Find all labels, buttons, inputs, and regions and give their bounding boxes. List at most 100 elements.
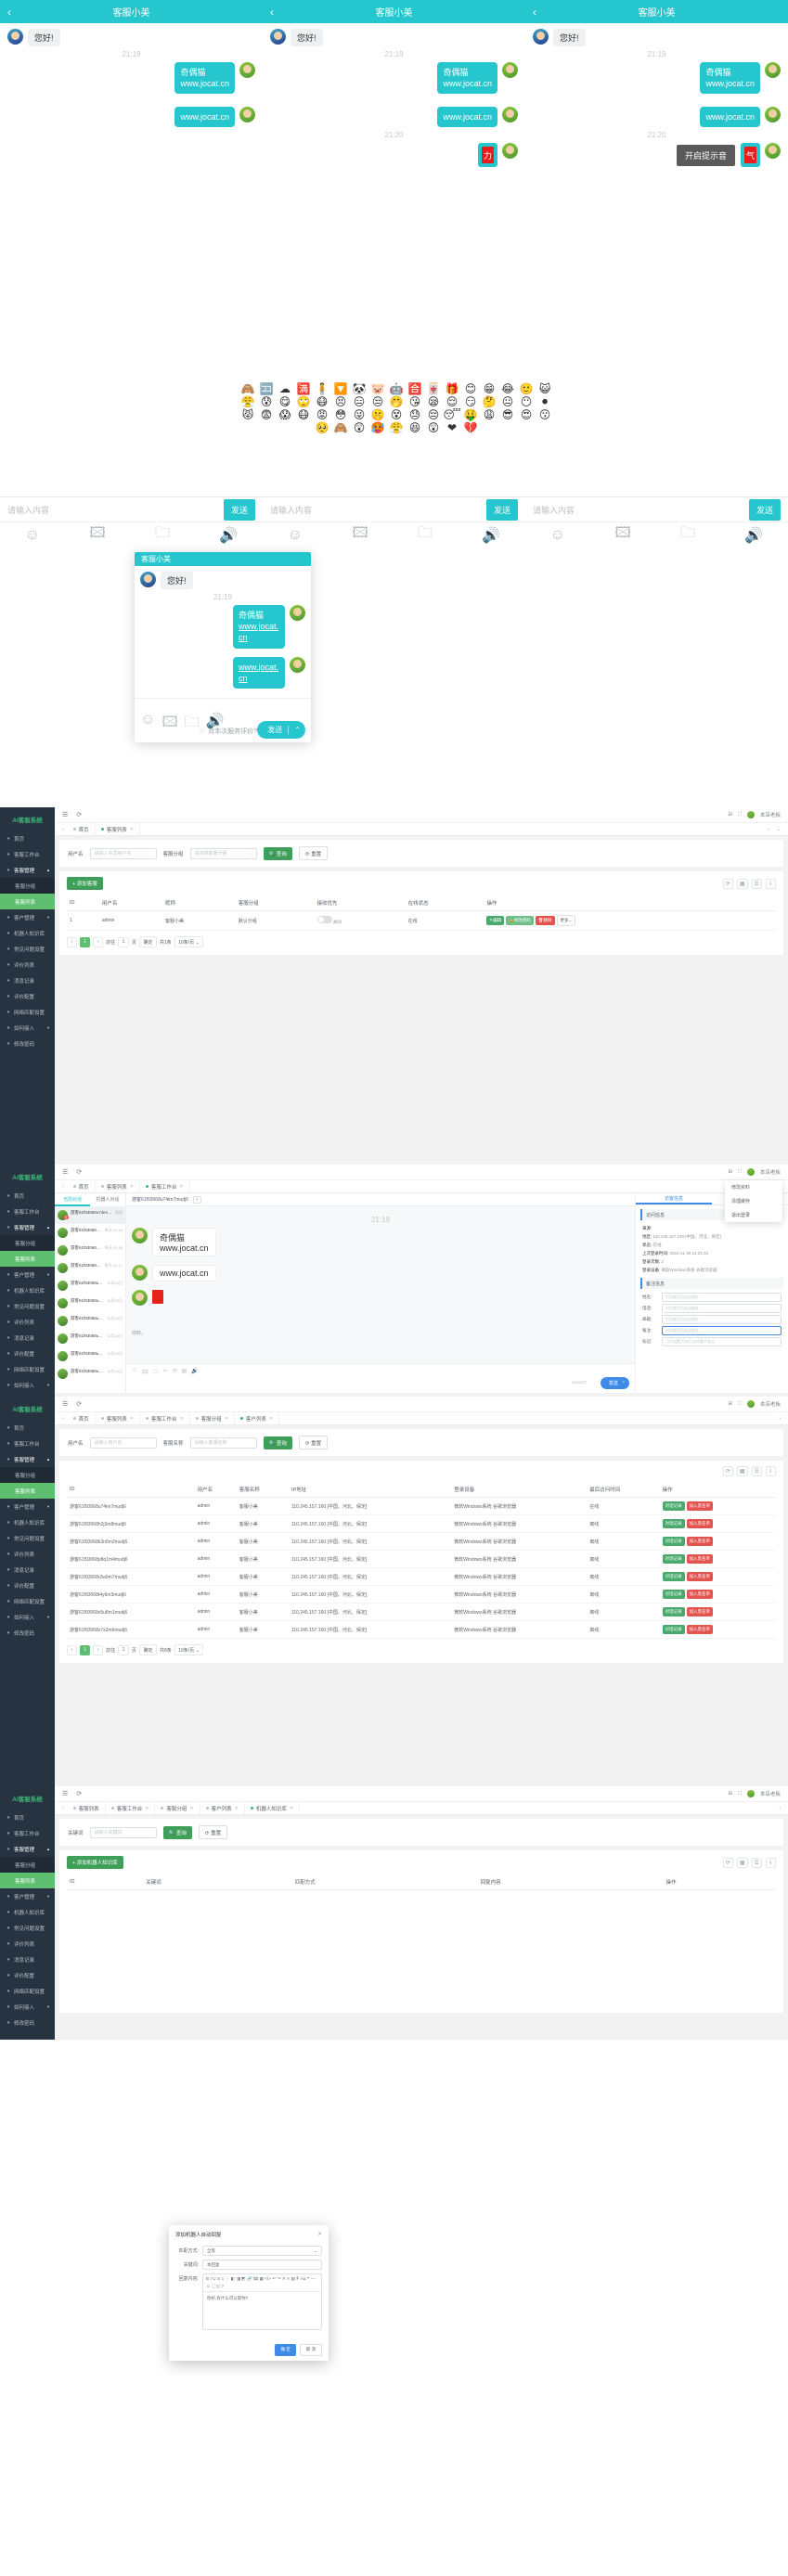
menu-item-logout[interactable]: 退出登录 [725,1208,782,1222]
table-row[interactable]: 游客61f93068p8q1m4mudj6admin客服小美110.245.15… [67,1551,776,1568]
cell-actions[interactable]: 对话记录加入黑名单 [660,1498,777,1515]
sidebar-item-5[interactable]: ●客户管理▼ [0,1888,55,1904]
tab-visitor-info[interactable]: 访客信息 [636,1193,712,1204]
emoji-item[interactable]: 😑 [350,395,368,408]
add-icon[interactable]: + [193,1196,201,1204]
refresh-icon[interactable]: ⟳ [723,1466,733,1476]
sidebar-item-11[interactable]: ●网络匹配设置 [0,1361,55,1377]
cell-actions[interactable]: 对话记录加入黑名单 [660,1621,777,1639]
avatar[interactable] [747,1400,755,1408]
search-button[interactable]: 🔍 查询 [264,847,292,860]
history-icon[interactable]: ⟲ [173,1368,177,1377]
smiley-icon[interactable]: ☺ [550,527,565,544]
pagination-a[interactable]: ‹1›前往1页确定共1条10条/页 ⌄ [67,936,776,947]
sidebar-item-11[interactable]: ●网络匹配设置 [0,1983,55,1999]
chat-log-button[interactable]: 对话记录 [663,1554,685,1564]
emoji-item[interactable]: 😊 [461,382,480,395]
emoji-item[interactable]: 🥵 [368,421,387,434]
image-icon[interactable]: 🖾 [89,522,105,547]
close-icon[interactable]: ✕ [130,1416,134,1422]
emoji-item[interactable]: 😲 [350,421,368,434]
sidebar-item-3[interactable]: 客服分组 [0,1467,55,1483]
emoji-item[interactable]: 😣 [331,395,350,408]
bubble-outgoing-url[interactable]: www.jocat.cn [174,107,235,127]
editor-tool-code[interactable]: </> [265,2276,271,2282]
message-input[interactable]: 请输入内容 [270,504,486,516]
sidebar-item-7[interactable]: ●常见问题设置 [0,1530,55,1546]
bubble-url[interactable]: www.jocat.cn [152,1265,216,1282]
sidebar-item-4[interactable]: 客服列表 [0,1483,55,1499]
export-icon[interactable]: ⇩ [766,1858,776,1868]
reset-button[interactable]: ⟳ 重置 [299,846,328,860]
tab-1[interactable]: 客服工作台✕ [106,1802,156,1815]
refresh-icon[interactable]: ⟳ [76,811,82,818]
chat-log-button[interactable]: 对话记录 [663,1607,685,1616]
sidebar-item-0[interactable]: ●首页 [0,831,55,846]
editor-tool-redo[interactable]: ↷ [278,2276,281,2282]
columns-icon[interactable]: ▦ [737,879,748,889]
tab-2[interactable]: 客服工作台✕ [140,1180,190,1193]
message-input[interactable]: 请输入内容 [7,504,224,516]
send-button[interactable]: 发送 [224,499,255,521]
sidebar-item-5[interactable]: ●客户管理▼ [0,1499,55,1514]
density-icon[interactable]: ☰ [752,1466,762,1476]
emoji-item[interactable]: 🙄 [294,395,313,408]
next-page[interactable]: › [93,937,103,947]
close-icon[interactable]: ✕ [130,827,134,832]
send-button[interactable]: 发送 [749,499,781,521]
emoji-item[interactable]: ⚫ [536,395,554,408]
conversation-item[interactable]: 游客61f93068u74im7mudj611月20日 [55,1312,125,1330]
emoji-item[interactable]: 😐 [498,395,517,408]
folder-icon[interactable]: 🗀 [680,522,695,547]
username-input[interactable]: 请输入用户名 [90,1437,157,1449]
close-icon[interactable]: ✕ [317,2232,322,2237]
emoji-item[interactable]: 🤭 [387,395,406,408]
emoji-item[interactable]: 🙂 [517,382,536,395]
emoji-item[interactable]: 🤔 [480,395,498,408]
sidebar-item-12[interactable]: ●如何接入▼ [0,1999,55,2015]
blacklist-button[interactable]: 加入黑名单 [687,1554,714,1564]
remark-input[interactable]: 对方填写后自动保存 [662,1304,782,1313]
emoji-item[interactable]: 😗 [536,408,554,421]
conversation-item[interactable]: 游客61f93068u74im7mudj611月22日 [55,1277,125,1294]
emoji-item[interactable]: 😒 [368,395,387,408]
cell-actions[interactable]: 对话记录加入黑名单 [660,1586,777,1604]
emoji-item[interactable]: 😔 [424,408,443,421]
emoji-item[interactable]: 😱 [276,408,294,421]
emoji-picker-grid[interactable]: 🙈🈁☁🈵🧍🔽🐼🐷🤖🈴🀄🎁😊😁😂🙂😺😤😰😋🙄😷😣😑😒🤭😘😪😌😏🤔😐😶⚫😾😨😱😷😡😳… [234,382,559,434]
fullscreen-icon[interactable]: ⛶ [738,1791,742,1797]
sound-icon[interactable]: 🔊 [191,1368,198,1377]
editor-tool-source[interactable]: ◱ [216,2284,220,2289]
emoji-item[interactable]: 🀄 [424,382,443,395]
table-row[interactable]: 游客61f93068u74im7mudj6admin客服小美110.245.15… [67,1498,776,1515]
emoji-item[interactable]: 💔 [461,421,480,434]
chat-log-button[interactable]: 对话记录 [663,1519,685,1528]
table-row[interactable]: 游客61f93068r2w9m7mudj6admin客服小美110.245.15… [67,1568,776,1586]
editor-tool-color[interactable]: A [287,2276,290,2282]
tab-scroll-left-icon[interactable]: ‹ [58,1416,68,1422]
delete-button[interactable]: 🗑删除 [536,916,555,925]
folder-icon[interactable]: 🗀 [418,522,433,547]
emoji-item[interactable]: 😪 [424,395,443,408]
emoji-item[interactable]: 🤑 [461,408,480,421]
bubble-outgoing-url[interactable]: www.jocat.cn [700,107,760,127]
refresh-icon[interactable]: ⟳ [76,1168,82,1176]
sidebar-item-2[interactable]: ●客服管理▲ [0,1219,55,1235]
tab-scroll-right-icon[interactable]: › [775,1416,784,1422]
tab-3[interactable]: 客户列表✕ [200,1802,245,1815]
editor-tool-bold[interactable]: B [206,2276,209,2282]
close-icon[interactable]: ✕ [189,1806,193,1811]
editor-tool-strike[interactable]: S [217,2276,220,2282]
tab-1[interactable]: 客服列表✕ [96,823,140,836]
editor-tool-fullscreen[interactable]: ⛶ [212,2284,214,2289]
tab-0[interactable]: 首页 [68,1412,96,1425]
tab-scroll-right-icon[interactable]: › [775,1806,784,1811]
remark-input[interactable]: 对方填写后自动保存 [662,1293,782,1302]
sidebar-item-3[interactable]: 客服分组 [0,878,55,894]
emoji-item[interactable]: 🐼 [350,382,368,395]
username-label[interactable]: 本店老板 [760,811,781,818]
minimize-icon[interactable]: ⊟ [729,1169,733,1175]
emoji-item[interactable]: 🔽 [331,382,350,395]
sidebar-item-9[interactable]: ●消息记录 [0,1562,55,1578]
tab-0[interactable]: 客服列表 [68,1802,106,1815]
